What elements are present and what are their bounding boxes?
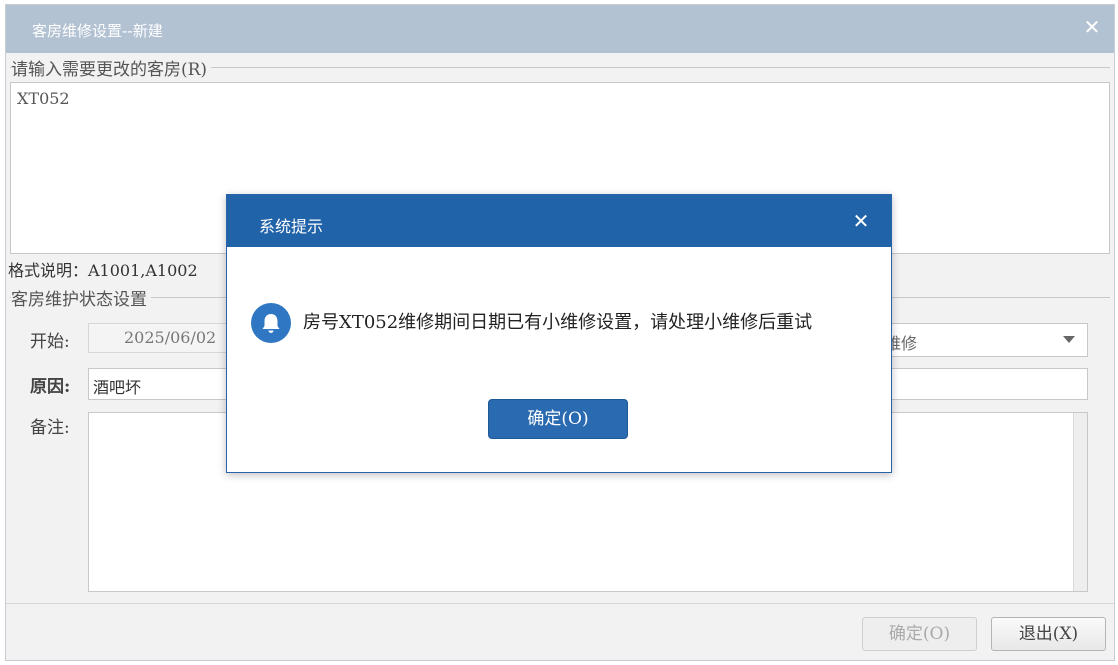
- window-title: 客房维修设置--新建: [32, 22, 163, 40]
- start-label: 开始:: [30, 332, 70, 352]
- window-titlebar: 客房维修设置--新建 ✕: [6, 5, 1114, 53]
- system-alert-dialog: 系统提示 ✕ 房号XT052维修期间日期已有小维修设置，请处理小维修后重试 确定…: [226, 194, 892, 473]
- status-select[interactable]: 维修: [876, 323, 1088, 357]
- dialog-close-icon[interactable]: ✕: [849, 209, 873, 233]
- note-scrollbar[interactable]: [1073, 413, 1087, 591]
- reason-label: 原因:: [30, 377, 71, 397]
- dialog-ok-button[interactable]: 确定(O): [488, 399, 628, 439]
- rooms-legend: 请输入需要更改的客房(R): [11, 55, 212, 80]
- confirm-button[interactable]: 确定(O): [862, 617, 977, 651]
- reason-input-value: 酒吧坏: [93, 378, 142, 397]
- exit-button[interactable]: 退出(X): [991, 617, 1106, 651]
- footer-divider: [6, 603, 1114, 604]
- start-date-value: 2025/06/02: [124, 328, 217, 347]
- window-close-icon[interactable]: ✕: [1082, 15, 1102, 39]
- note-label: 备注:: [30, 418, 70, 438]
- dialog-title: 系统提示: [259, 217, 324, 236]
- dialog-header: 系统提示 ✕: [227, 195, 891, 247]
- dialog-message: 房号XT052维修期间日期已有小维修设置，请处理小维修后重试: [303, 312, 813, 333]
- format-hint: 格式说明：A1001,A1002: [8, 261, 198, 280]
- status-legend: 客房维护状态设置: [11, 285, 151, 310]
- chevron-down-icon: [1063, 336, 1075, 343]
- rooms-input-value: XT052: [17, 89, 70, 108]
- bell-icon: [251, 303, 291, 343]
